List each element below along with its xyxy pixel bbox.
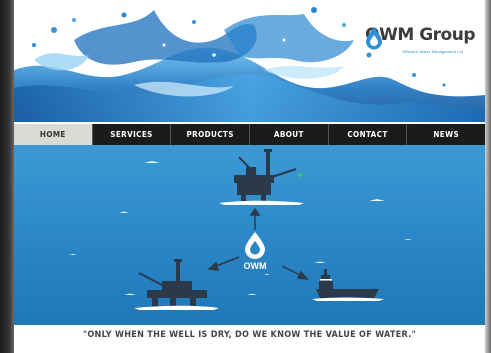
brand-tagline: Offshore Water Management Ltd [402, 49, 463, 54]
nav-contact[interactable]: CONTACT [329, 124, 408, 145]
window-frame-right [485, 0, 491, 353]
ocean-illustration: OWM [14, 145, 485, 325]
web-page: OWM Group Offshore Water Management Ltd … [14, 0, 485, 353]
header-banner: OWM Group Offshore Water Management Ltd [14, 0, 485, 122]
nav-home[interactable]: HOME [14, 124, 93, 145]
nav-services[interactable]: SERVICES [93, 124, 172, 145]
nav-about[interactable]: ABOUT [250, 124, 329, 145]
nav-news[interactable]: NEWS [407, 124, 485, 145]
nav-products[interactable]: PRODUCTS [171, 124, 251, 145]
offshore-scene-image: OWM [14, 145, 485, 325]
brand-logo[interactable]: OWM Group [365, 26, 475, 50]
window-frame-left [0, 0, 14, 353]
owm-center-label: OWM [244, 261, 267, 271]
tagline-quote: "ONLY WHEN THE WELL IS DRY, DO WE KNOW T… [82, 330, 417, 340]
water-splash-image [14, 7, 485, 122]
main-nav: HOME SERVICES PRODUCTS ABOUT CONTACT NEW… [14, 124, 485, 145]
water-drop-icon [366, 27, 383, 50]
